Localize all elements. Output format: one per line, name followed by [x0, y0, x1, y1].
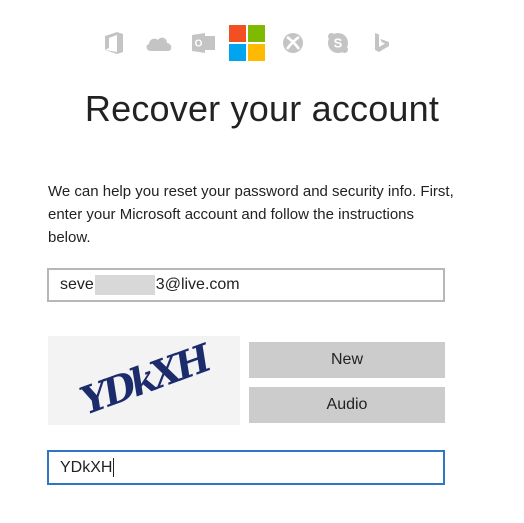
captcha-input[interactable]: YDkXH	[47, 450, 445, 485]
outlook-icon: O	[186, 25, 222, 61]
skype-icon: S	[320, 25, 356, 61]
microsoft-logo	[229, 25, 265, 61]
audio-captcha-button[interactable]: Audio	[249, 387, 445, 423]
captcha-text: YDkXH	[74, 334, 218, 423]
onedrive-icon	[141, 25, 177, 61]
captcha-glyphs: YDkXH	[74, 336, 218, 423]
captcha-input-value: YDkXH	[60, 458, 113, 476]
skype-icon-letter: S	[334, 36, 343, 51]
bing-icon	[364, 25, 400, 61]
captcha-image: YDkXH	[48, 334, 240, 425]
page-title: Recover your account	[84, 88, 440, 129]
email-prefix: seve	[60, 276, 94, 293]
email-suffix: 3@live.com	[155, 276, 240, 293]
new-captcha-button[interactable]: New	[249, 342, 445, 378]
outlook-icon-letter: O	[195, 39, 203, 50]
email-redaction	[94, 275, 155, 295]
office-icon	[96, 25, 132, 61]
product-icon-row: O S	[96, 25, 406, 61]
email-field[interactable]: seve 3@live.com	[47, 268, 445, 302]
xbox-icon	[275, 25, 311, 61]
text-cursor	[113, 458, 115, 477]
instructions-text: We can help you reset your password and …	[48, 183, 454, 246]
